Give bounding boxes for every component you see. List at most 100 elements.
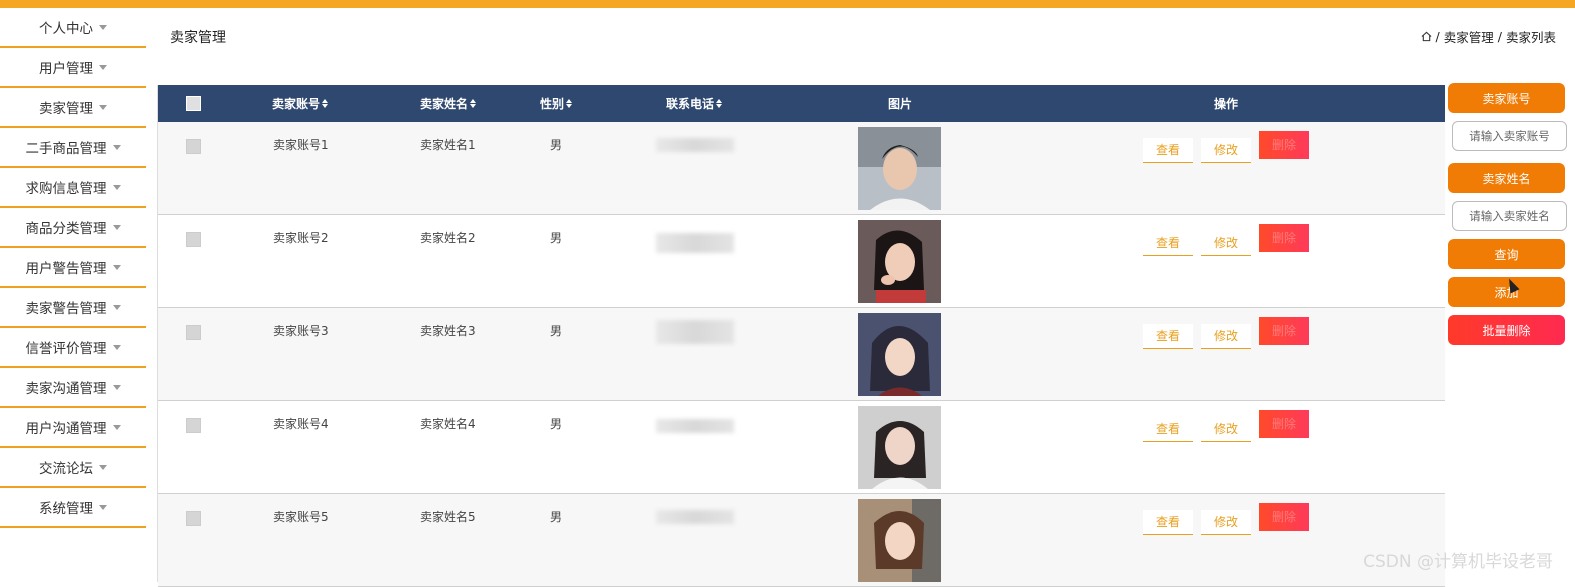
cell-phone-redacted: [656, 233, 734, 253]
edit-button[interactable]: 修改: [1201, 510, 1251, 535]
name-search-input[interactable]: 请输入卖家姓名: [1452, 201, 1567, 231]
cell-phone-redacted: [656, 419, 734, 433]
breadcrumb-item: 卖家列表: [1505, 30, 1556, 45]
caret-down-icon: [112, 144, 121, 150]
view-button[interactable]: 查看: [1143, 324, 1193, 349]
column-header-actions: 操作: [1198, 85, 1254, 122]
sidebar-item-label: 系统管理: [39, 501, 93, 517]
column-header-label: 联系电话: [665, 97, 714, 111]
sidebar-item-reputation[interactable]: 信誉评价管理: [0, 328, 146, 368]
caret-down-icon: [112, 344, 121, 350]
row-checkbox[interactable]: [186, 232, 201, 247]
sidebar-item-seller-warning[interactable]: 卖家警告管理: [0, 288, 146, 328]
cell-phone-redacted: [656, 510, 734, 524]
view-button[interactable]: 查看: [1143, 417, 1193, 442]
sidebar-item-seller-chat[interactable]: 卖家沟通管理: [0, 368, 146, 408]
sort-icon[interactable]: [716, 98, 722, 109]
sidebar-item-label: 卖家沟通管理: [25, 381, 107, 397]
sidebar-item-system[interactable]: 系统管理: [0, 488, 146, 528]
caret-down-icon: [112, 304, 121, 310]
caret-down-icon: [112, 264, 121, 270]
sidebar-item-users[interactable]: 用户管理: [0, 48, 146, 88]
column-header-name[interactable]: 卖家姓名: [406, 85, 490, 122]
sidebar-item-label: 卖家警告管理: [25, 301, 107, 317]
sidebar-item-sellers[interactable]: 卖家管理: [0, 88, 146, 128]
sidebar-item-label: 用户沟通管理: [25, 421, 107, 437]
sidebar-item-personal[interactable]: 个人中心: [0, 8, 146, 48]
sidebar-item-label: 二手商品管理: [25, 141, 107, 157]
table-row: 卖家账号5 卖家姓名5 男 查看 修改 删除: [158, 494, 1445, 587]
cell-name: 卖家姓名5: [420, 510, 476, 524]
caret-down-icon: [112, 184, 121, 190]
sidebar-item-label: 信誉评价管理: [25, 341, 107, 357]
view-button[interactable]: 查看: [1143, 231, 1193, 256]
cell-name: 卖家姓名4: [420, 417, 476, 431]
sidebar-item-label: 商品分类管理: [25, 221, 107, 237]
account-search-label: 卖家账号: [1448, 83, 1565, 113]
home-icon[interactable]: [1421, 31, 1432, 42]
row-checkbox[interactable]: [186, 511, 201, 526]
view-button[interactable]: 查看: [1143, 138, 1193, 163]
sidebar-item-label: 用户警告管理: [25, 261, 107, 277]
sidebar-item-category[interactable]: 商品分类管理: [0, 208, 146, 248]
cell-name: 卖家姓名3: [420, 324, 476, 338]
batch-delete-button[interactable]: 批量删除: [1448, 315, 1565, 345]
delete-button[interactable]: 删除: [1259, 503, 1309, 531]
row-checkbox[interactable]: [186, 418, 201, 433]
sidebar-item-user-warning[interactable]: 用户警告管理: [0, 248, 146, 288]
column-header-gender[interactable]: 性别: [526, 85, 586, 122]
cell-phone-redacted: [656, 320, 734, 344]
caret-down-icon: [112, 224, 121, 230]
sort-icon[interactable]: [566, 98, 572, 109]
cell-account: 卖家账号4: [273, 417, 329, 431]
select-all-checkbox[interactable]: [186, 96, 201, 111]
breadcrumb-item[interactable]: 卖家管理: [1444, 27, 1494, 46]
caret-down-icon: [99, 504, 107, 510]
top-accent-bar: [0, 0, 1575, 8]
seller-photo: [858, 406, 941, 489]
sidebar-item-label: 求购信息管理: [25, 181, 107, 197]
table-row: 卖家账号1 卖家姓名1 男 查看 修改 删除: [158, 122, 1445, 215]
cell-gender: 男: [550, 324, 563, 338]
view-button[interactable]: 查看: [1143, 510, 1193, 535]
edit-button[interactable]: 修改: [1201, 138, 1251, 163]
column-header-account[interactable]: 卖家账号: [258, 85, 342, 122]
breadcrumb: / 卖家管理 / 卖家列表: [1421, 27, 1556, 46]
sort-icon[interactable]: [322, 98, 328, 109]
edit-button[interactable]: 修改: [1201, 231, 1251, 256]
query-button[interactable]: 查询: [1448, 239, 1565, 269]
sidebar-item-forum[interactable]: 交流论坛: [0, 448, 146, 488]
delete-button[interactable]: 删除: [1259, 224, 1309, 252]
cell-name: 卖家姓名2: [420, 231, 476, 245]
row-checkbox[interactable]: [186, 139, 201, 154]
cell-account: 卖家账号1: [273, 138, 329, 152]
sort-icon[interactable]: [470, 98, 476, 109]
seller-table: 卖家账号 卖家姓名 性别 联系电话 图片 操作 卖家账号1 卖家姓名1 男 查看…: [157, 85, 1445, 587]
seller-photo: [858, 499, 941, 582]
caret-down-icon: [99, 464, 107, 470]
row-checkbox[interactable]: [186, 325, 201, 340]
sidebar-item-label: 交流论坛: [39, 461, 93, 477]
sidebar: 个人中心 用户管理 卖家管理 二手商品管理 求购信息管理 商品分类管理 用户警告…: [0, 8, 146, 528]
sidebar-item-wanted[interactable]: 求购信息管理: [0, 168, 146, 208]
account-search-input[interactable]: 请输入卖家账号: [1452, 121, 1567, 151]
delete-button[interactable]: 删除: [1259, 410, 1309, 438]
cell-gender: 男: [550, 138, 563, 152]
cell-account: 卖家账号3: [273, 324, 329, 338]
sidebar-item-user-chat[interactable]: 用户沟通管理: [0, 408, 146, 448]
page-title: 卖家管理: [170, 30, 226, 46]
cell-account: 卖家账号5: [273, 510, 329, 524]
edit-button[interactable]: 修改: [1201, 324, 1251, 349]
column-header-label: 图片: [887, 97, 912, 111]
sidebar-item-label: 卖家管理: [39, 101, 93, 117]
edit-button[interactable]: 修改: [1201, 417, 1251, 442]
search-panel: 卖家账号 请输入卖家账号 卖家姓名 请输入卖家姓名 查询 添加 批量删除: [1448, 83, 1567, 345]
delete-button[interactable]: 删除: [1259, 317, 1309, 345]
sidebar-item-second-hand[interactable]: 二手商品管理: [0, 128, 146, 168]
column-header-label: 卖家姓名: [419, 97, 468, 111]
sidebar-item-label: 个人中心: [39, 21, 93, 37]
column-header-phone[interactable]: 联系电话: [646, 85, 742, 122]
delete-button[interactable]: 删除: [1259, 131, 1309, 159]
cell-gender: 男: [550, 510, 563, 524]
column-header-label: 性别: [539, 97, 564, 111]
